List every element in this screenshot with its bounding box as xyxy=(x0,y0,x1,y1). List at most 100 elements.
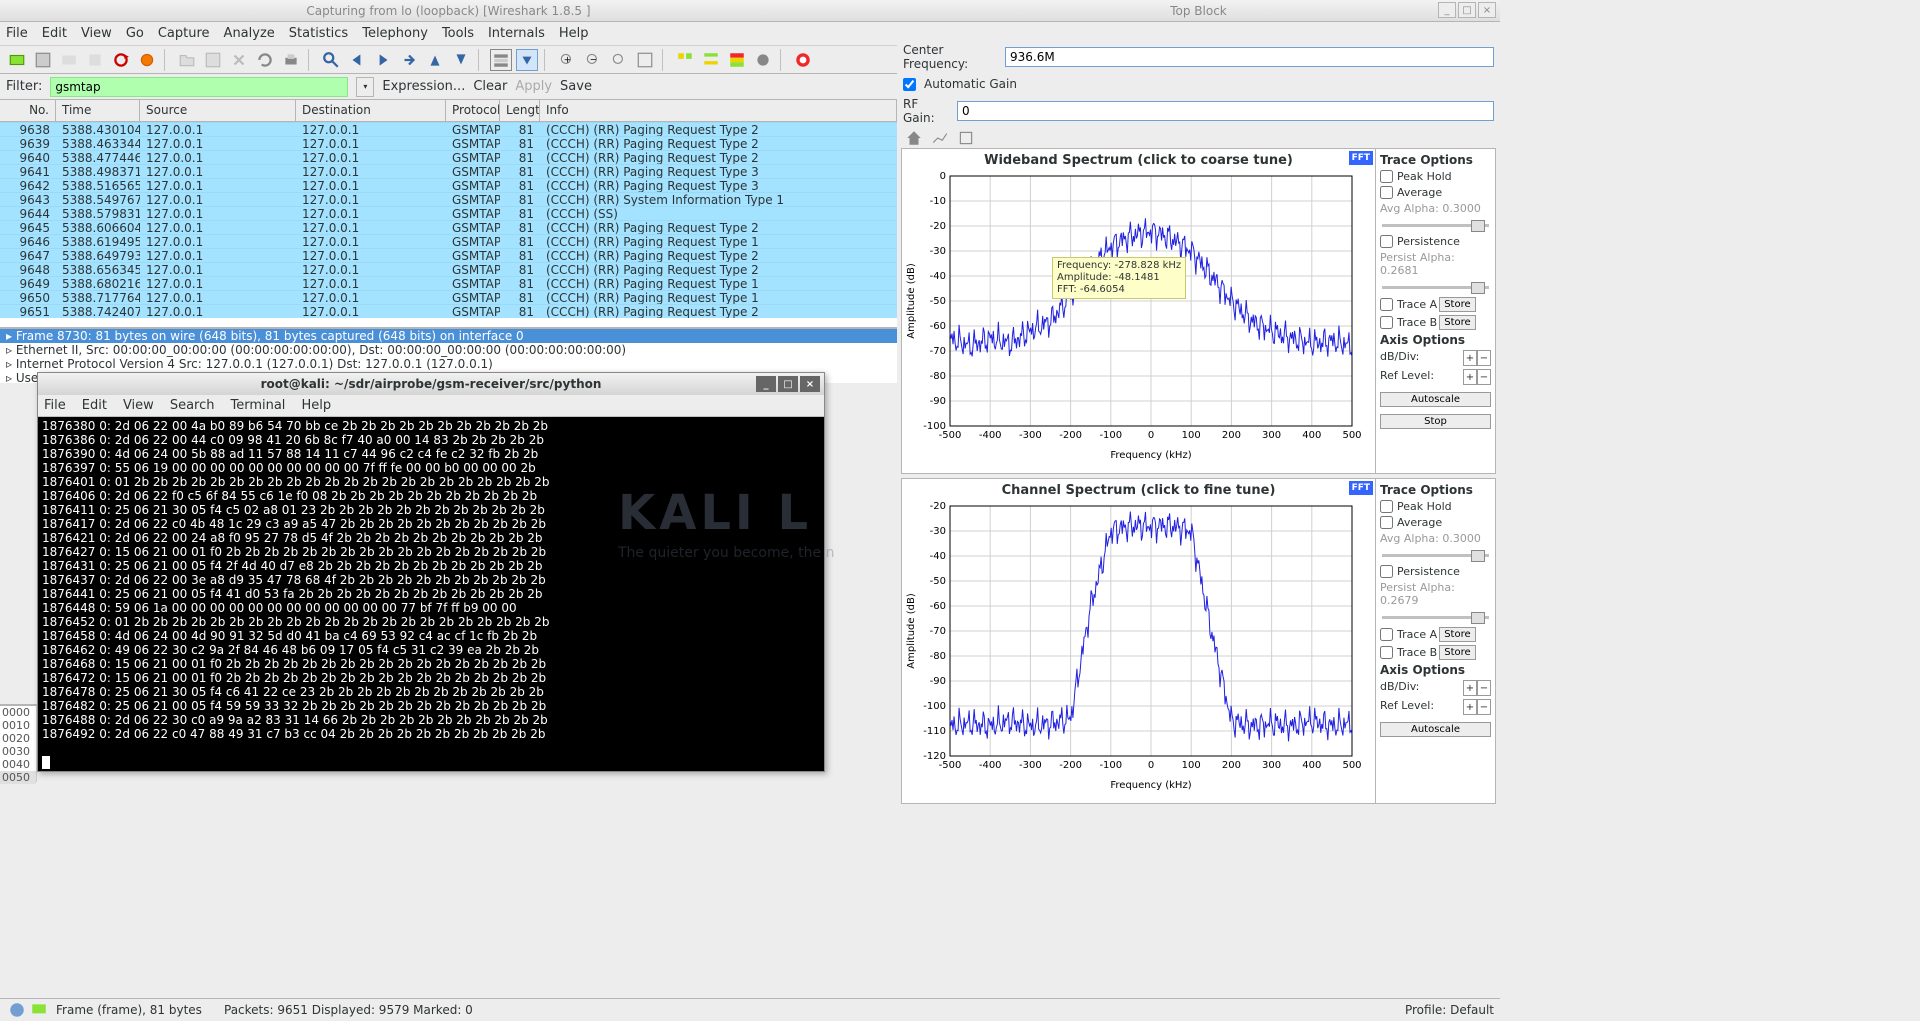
options-icon[interactable] xyxy=(32,49,54,71)
packet-row[interactable]: 96495388.6802160127.0.0.1127.0.0.1GSMTAP… xyxy=(0,276,897,290)
autostop-icon[interactable] xyxy=(136,49,158,71)
trace-b-checkbox[interactable] xyxy=(1380,646,1393,659)
maximize-button[interactable]: □ xyxy=(1458,2,1476,18)
packet-row[interactable]: 96435388.5497670127.0.0.1127.0.0.1GSMTAP… xyxy=(0,192,897,206)
menu-view[interactable]: View xyxy=(81,26,112,41)
menu-search[interactable]: Search xyxy=(170,398,215,413)
plot-icon[interactable] xyxy=(929,127,951,149)
channel-spectrum-plot[interactable]: Channel Spectrum (click to fine tune) FF… xyxy=(902,479,1375,803)
menu-terminal[interactable]: Terminal xyxy=(230,398,285,413)
help-icon[interactable] xyxy=(792,49,814,71)
peak-hold-checkbox[interactable] xyxy=(1380,500,1393,513)
close-button[interactable]: × xyxy=(800,376,820,392)
menu-capture[interactable]: Capture xyxy=(158,26,210,41)
store-b-button[interactable]: Store xyxy=(1439,645,1475,660)
dbdiv-up[interactable]: + xyxy=(1463,680,1477,696)
col-no[interactable]: No. xyxy=(0,100,56,121)
reload-icon[interactable] xyxy=(254,49,276,71)
col-time[interactable]: Time xyxy=(56,100,140,121)
packet-row[interactable]: 96425388.5165650127.0.0.1127.0.0.1GSMTAP… xyxy=(0,178,897,192)
close-button[interactable]: × xyxy=(1478,2,1496,18)
save-filter-button[interactable]: Save xyxy=(560,79,592,94)
close-file-icon[interactable] xyxy=(228,49,250,71)
filter-dropdown[interactable]: ▾ xyxy=(356,77,374,97)
persist-alpha-slider[interactable] xyxy=(1380,280,1491,294)
packet-row[interactable]: 96475388.6497930127.0.0.1127.0.0.1GSMTAP… xyxy=(0,248,897,262)
dbdiv-up[interactable]: + xyxy=(1463,350,1477,366)
filter-input[interactable] xyxy=(50,77,348,97)
resize-cols-icon[interactable] xyxy=(634,49,656,71)
menu-go[interactable]: Go xyxy=(126,26,144,41)
reflvl-up[interactable]: + xyxy=(1463,699,1477,715)
stop-button[interactable]: Stop xyxy=(1380,414,1491,429)
autoscale-button[interactable]: Autoscale xyxy=(1380,392,1491,407)
autoscroll-icon[interactable] xyxy=(516,49,538,71)
packet-row[interactable]: 96505388.7177640127.0.0.1127.0.0.1GSMTAP… xyxy=(0,290,897,304)
status-profile[interactable]: Profile: Default xyxy=(1405,1003,1494,1017)
minimize-button[interactable]: _ xyxy=(1438,2,1456,18)
average-checkbox[interactable] xyxy=(1380,186,1393,199)
menu-tools[interactable]: Tools xyxy=(442,26,474,41)
terminal-body[interactable]: 1876380 0: 2d 06 22 00 4a b0 89 b6 54 70… xyxy=(38,417,824,771)
menu-statistics[interactable]: Statistics xyxy=(289,26,348,41)
dbdiv-down[interactable]: − xyxy=(1477,680,1491,696)
clear-button[interactable]: Clear xyxy=(473,79,507,94)
menu-help[interactable]: Help xyxy=(301,398,331,413)
rf-gain-input[interactable] xyxy=(957,101,1494,121)
store-a-button[interactable]: Store xyxy=(1439,627,1475,642)
detail-row[interactable]: ▹ Internet Protocol Version 4 Src: 127.0… xyxy=(0,357,897,371)
detail-row[interactable]: ▸ Frame 8730: 81 bytes on wire (648 bits… xyxy=(0,329,897,343)
find-icon[interactable] xyxy=(320,49,342,71)
col-dst[interactable]: Destination xyxy=(296,100,446,121)
coloring-rules-icon[interactable] xyxy=(726,49,748,71)
dbdiv-down[interactable]: − xyxy=(1477,350,1491,366)
packet-row[interactable]: 96415388.4983710127.0.0.1127.0.0.1GSMTAP… xyxy=(0,164,897,178)
go-back-icon[interactable] xyxy=(346,49,368,71)
center-freq-input[interactable] xyxy=(1005,47,1494,67)
autoscale-button[interactable]: Autoscale xyxy=(1380,722,1491,737)
go-first-icon[interactable] xyxy=(424,49,446,71)
zoom-in-icon[interactable]: + xyxy=(556,49,578,71)
menu-telephony[interactable]: Telephony xyxy=(362,26,428,41)
config-icon[interactable] xyxy=(955,127,977,149)
average-checkbox[interactable] xyxy=(1380,516,1393,529)
packet-row[interactable]: 96385388.4301040127.0.0.1127.0.0.1GSMTAP… xyxy=(0,122,897,136)
trace-b-checkbox[interactable] xyxy=(1380,316,1393,329)
open-icon[interactable] xyxy=(176,49,198,71)
persistence-checkbox[interactable] xyxy=(1380,565,1393,578)
peak-hold-checkbox[interactable] xyxy=(1380,170,1393,183)
print-icon[interactable] xyxy=(280,49,302,71)
display-filters-icon[interactable] xyxy=(700,49,722,71)
reflvl-down[interactable]: − xyxy=(1477,369,1491,385)
col-len[interactable]: Length xyxy=(500,100,540,121)
packet-row[interactable]: 96455388.6066040127.0.0.1127.0.0.1GSMTAP… xyxy=(0,220,897,234)
menu-edit[interactable]: Edit xyxy=(42,26,67,41)
packet-row[interactable]: 96465388.6194950127.0.0.1127.0.0.1GSMTAP… xyxy=(0,234,897,248)
expert-info-icon[interactable] xyxy=(6,999,28,1021)
col-proto[interactable]: Protocol xyxy=(446,100,500,121)
packet-row[interactable]: 96485388.6563450127.0.0.1127.0.0.1GSMTAP… xyxy=(0,262,897,276)
auto-gain-checkbox[interactable] xyxy=(903,78,916,91)
restart-icon[interactable] xyxy=(110,49,132,71)
detail-row[interactable]: ▹ Ethernet II, Src: 00:00:00_00:00:00 (0… xyxy=(0,343,897,357)
reflvl-up[interactable]: + xyxy=(1463,369,1477,385)
menu-view[interactable]: View xyxy=(123,398,154,413)
avg-alpha-slider[interactable] xyxy=(1380,548,1491,562)
colorize-icon[interactable] xyxy=(490,49,512,71)
trace-a-checkbox[interactable] xyxy=(1380,628,1393,641)
reflvl-down[interactable]: − xyxy=(1477,699,1491,715)
wideband-spectrum-plot[interactable]: Wideband Spectrum (click to coarse tune)… xyxy=(902,149,1375,473)
zoom-out-icon[interactable]: − xyxy=(582,49,604,71)
menu-edit[interactable]: Edit xyxy=(82,398,107,413)
prefs-icon[interactable] xyxy=(752,49,774,71)
persistence-checkbox[interactable] xyxy=(1380,235,1393,248)
store-b-button[interactable]: Store xyxy=(1439,315,1475,330)
zoom-100-icon[interactable] xyxy=(608,49,630,71)
packet-row[interactable]: 96395388.4633440127.0.0.1127.0.0.1GSMTAP… xyxy=(0,136,897,150)
col-src[interactable]: Source xyxy=(140,100,296,121)
menu-analyze[interactable]: Analyze xyxy=(224,26,275,41)
packet-list[interactable]: 96385388.4301040127.0.0.1127.0.0.1GSMTAP… xyxy=(0,122,897,327)
col-info[interactable]: Info xyxy=(540,100,897,121)
menu-file[interactable]: File xyxy=(6,26,28,41)
go-forward-icon[interactable] xyxy=(372,49,394,71)
